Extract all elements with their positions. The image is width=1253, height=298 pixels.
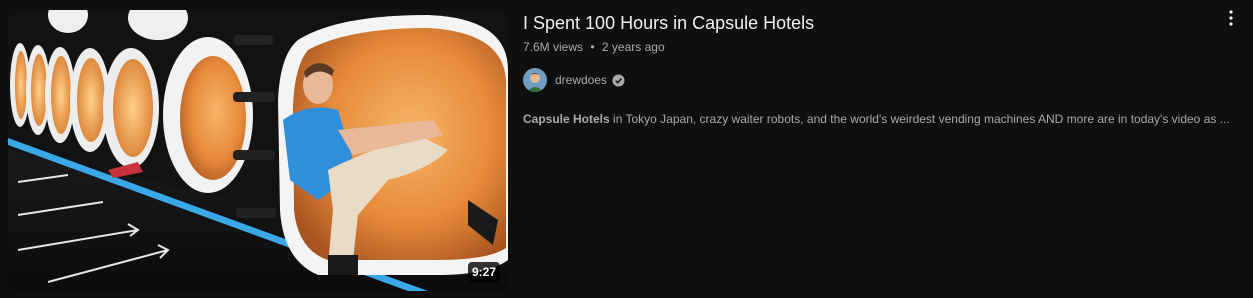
description-highlight: Capsule Hotels (523, 112, 610, 126)
video-result: 9:27 I Spent 100 Hours in Capsule Hotels… (0, 0, 1253, 298)
more-vert-icon[interactable] (1219, 6, 1243, 30)
view-count: 7.6M views (523, 40, 584, 54)
duration-badge: 9:27 (467, 262, 500, 282)
video-thumbnail[interactable]: 9:27 (8, 10, 508, 291)
channel-row[interactable]: drewdoes (523, 68, 1223, 92)
upload-age: 2 years ago (601, 40, 665, 54)
video-description: Capsule Hotels in Tokyo Japan, crazy wai… (523, 110, 1230, 128)
video-title[interactable]: I Spent 100 Hours in Capsule Hotels (523, 10, 1223, 36)
verified-icon (612, 73, 625, 87)
meta-separator: • (590, 40, 595, 54)
video-info: I Spent 100 Hours in Capsule Hotels 7.6M… (523, 10, 1230, 128)
thumbnail-image (8, 10, 508, 291)
channel-name[interactable]: drewdoes (555, 73, 607, 87)
channel-avatar[interactable] (523, 68, 547, 92)
description-text: in Tokyo Japan, crazy waiter robots, and… (609, 112, 1230, 126)
avatar-image (523, 68, 547, 92)
video-metadata: 7.6M views • 2 years ago (523, 38, 1223, 56)
